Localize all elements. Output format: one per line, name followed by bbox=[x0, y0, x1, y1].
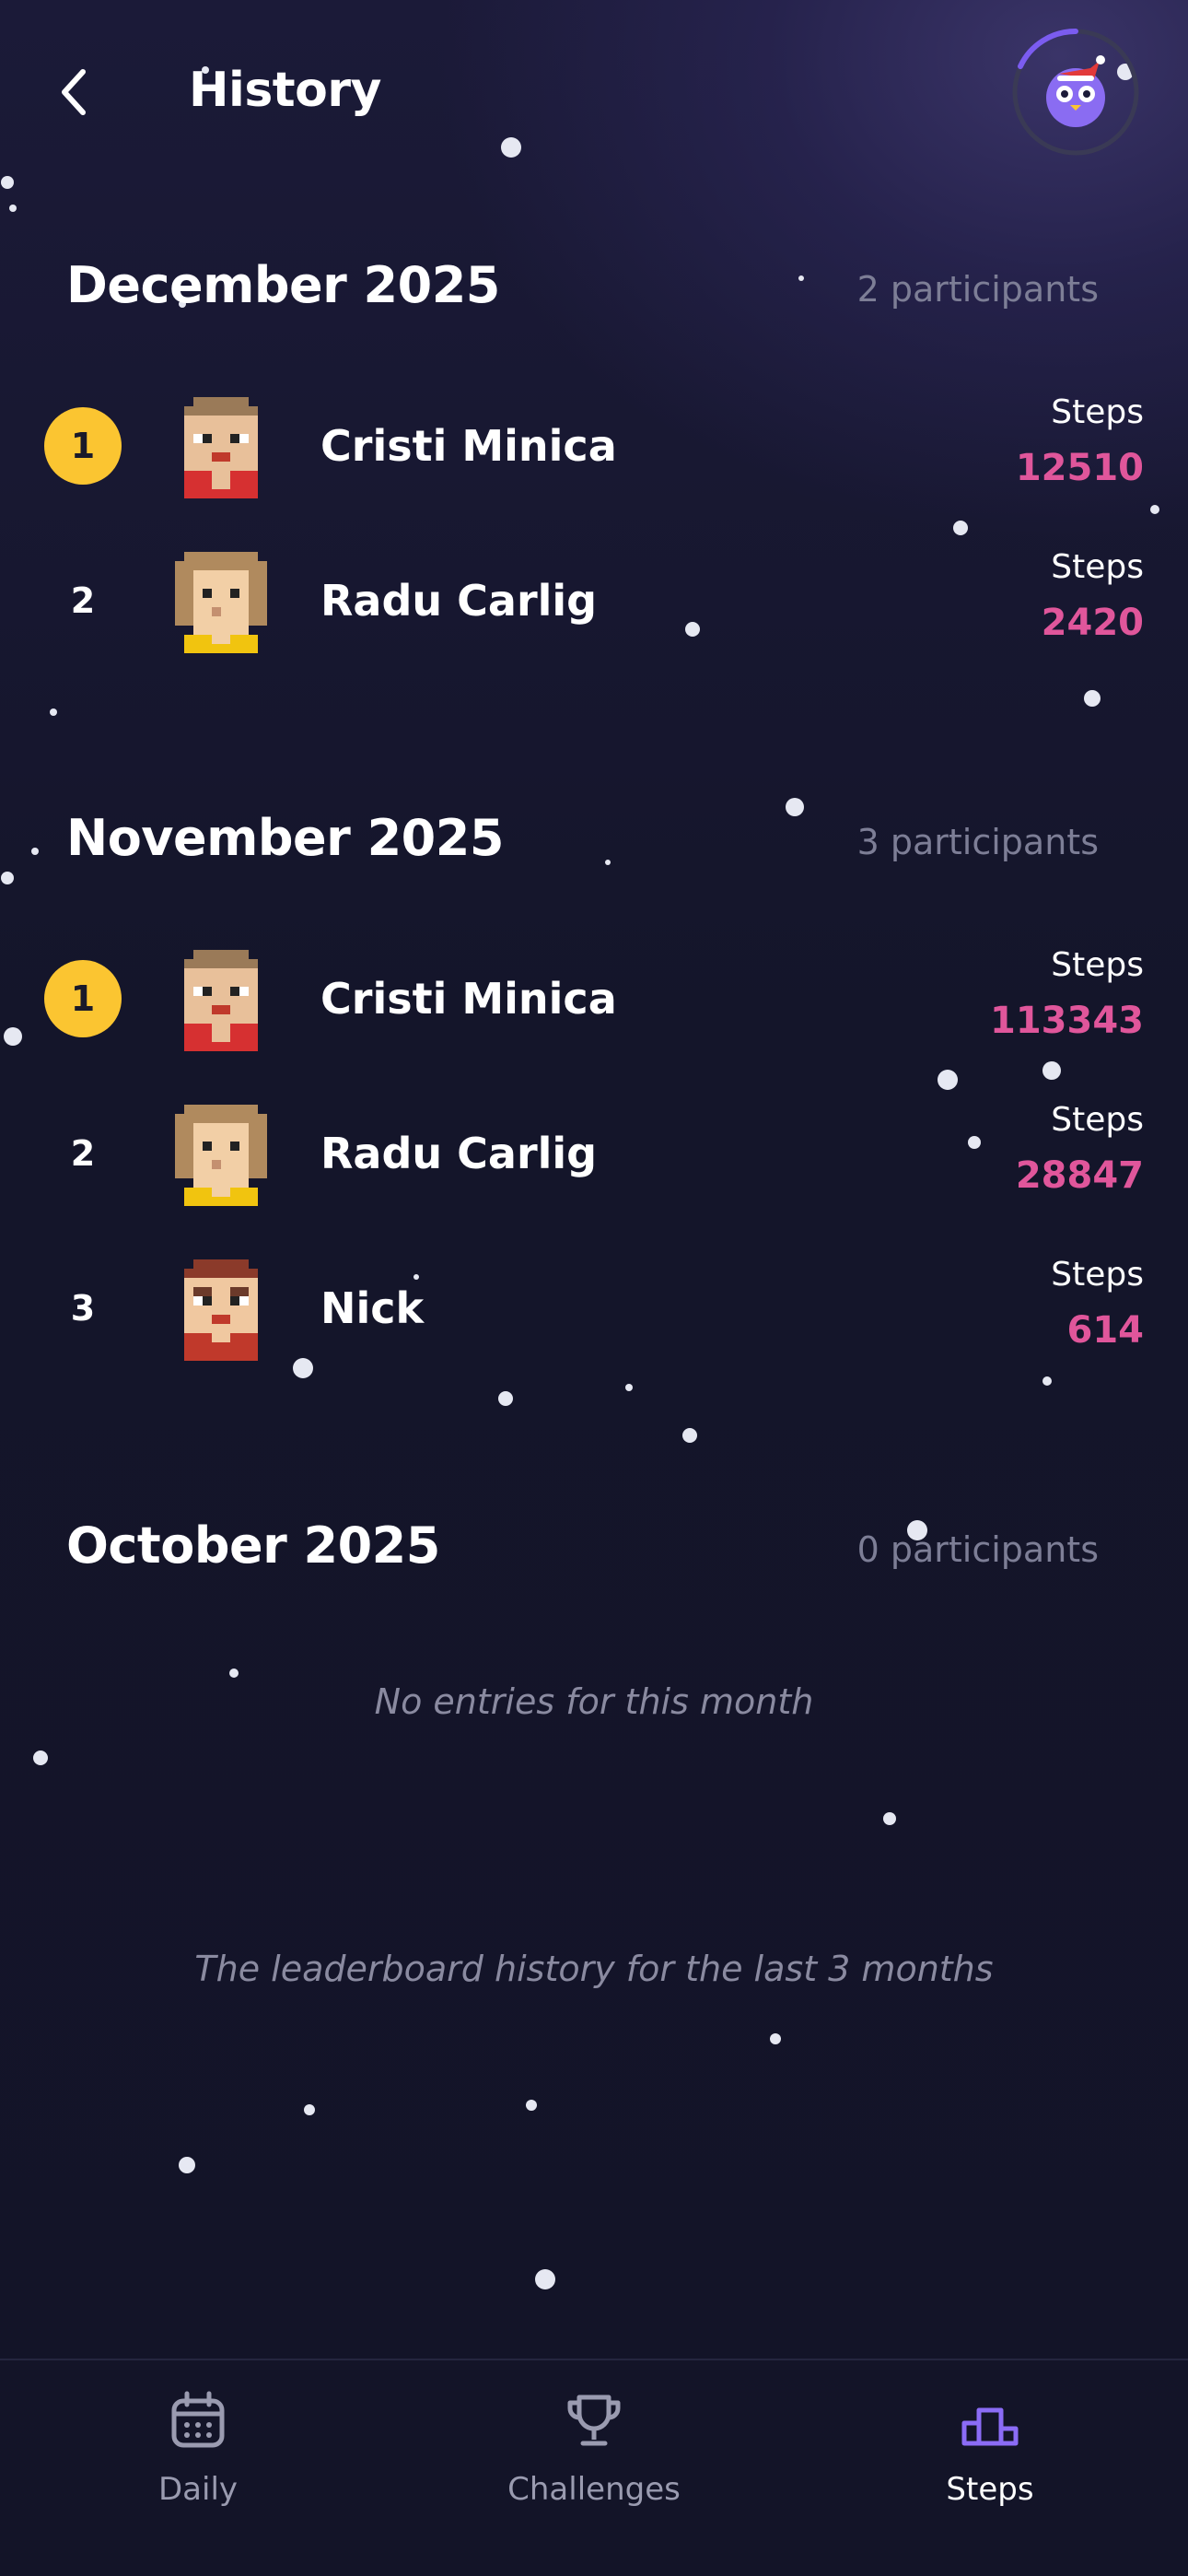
pixel-avatar bbox=[184, 397, 258, 498]
trophy-icon bbox=[567, 2395, 621, 2446]
podium-icon bbox=[961, 2407, 1019, 2446]
steps-value: 614 bbox=[1066, 1309, 1145, 1352]
rank-number: 2 bbox=[70, 580, 96, 621]
steps-value: 12510 bbox=[1015, 447, 1144, 489]
nav-label-challenges: Challenges bbox=[507, 2471, 681, 2508]
calendar-icon bbox=[171, 2391, 225, 2448]
steps-label: Steps bbox=[1051, 1101, 1144, 1139]
page-title: History bbox=[189, 63, 381, 118]
rank-badge-gold: 1 bbox=[44, 960, 122, 1037]
month-title: November 2025 bbox=[66, 809, 504, 867]
steps-label: Steps bbox=[1051, 548, 1144, 586]
nav-steps[interactable]: Steps bbox=[852, 2388, 1128, 2554]
history-screen: History December 2025 2 participants 1 C… bbox=[0, 0, 1188, 2576]
chevron-left-icon bbox=[62, 69, 86, 115]
participant-name: Radu Carlig bbox=[320, 1129, 598, 1178]
rank-number: 2 bbox=[70, 1133, 96, 1174]
leaderboard-row[interactable]: 1 Cristi Minica Steps 12510 bbox=[0, 373, 1188, 511]
participant-name: Cristi Minica bbox=[320, 974, 617, 1024]
pixel-avatar bbox=[184, 1259, 258, 1361]
month-title: October 2025 bbox=[66, 1516, 440, 1575]
participant-name: Nick bbox=[320, 1283, 425, 1333]
participant-name: Radu Carlig bbox=[320, 576, 598, 626]
participant-name: Cristi Minica bbox=[320, 421, 617, 471]
header: History bbox=[0, 0, 1188, 184]
leaderboard-row[interactable]: 2 Radu Carlig Steps 2420 bbox=[0, 528, 1188, 666]
back-button[interactable] bbox=[37, 55, 111, 129]
leaderboard-row[interactable]: 2 Radu Carlig Steps 28847 bbox=[0, 1081, 1188, 1219]
participants-count: 2 participants bbox=[856, 269, 1099, 310]
leaderboard-row[interactable]: 1 Cristi Minica Steps 113343 bbox=[0, 926, 1188, 1064]
steps-value: 2420 bbox=[1041, 602, 1144, 644]
history-footer-note: The leaderboard history for the last 3 m… bbox=[194, 1949, 994, 1989]
participants-count: 0 participants bbox=[856, 1529, 1099, 1570]
steps-label: Steps bbox=[1051, 946, 1144, 984]
bottom-navigation: Daily Challenges Steps bbox=[0, 2359, 1188, 2576]
empty-month-note: No entries for this month bbox=[374, 1681, 814, 1722]
rank-number: 3 bbox=[70, 1288, 96, 1329]
pixel-avatar bbox=[184, 950, 258, 1051]
steps-value: 113343 bbox=[990, 1000, 1144, 1042]
nav-label-daily: Daily bbox=[157, 2471, 239, 2508]
steps-value: 28847 bbox=[1015, 1154, 1144, 1197]
nav-challenges[interactable]: Challenges bbox=[456, 2388, 732, 2554]
steps-label: Steps bbox=[1051, 393, 1144, 431]
pixel-avatar bbox=[175, 1105, 267, 1206]
nav-daily[interactable]: Daily bbox=[60, 2388, 336, 2554]
month-title: December 2025 bbox=[66, 256, 500, 314]
pixel-avatar bbox=[175, 552, 267, 653]
steps-label: Steps bbox=[1051, 1256, 1144, 1294]
rank-badge-gold: 1 bbox=[44, 407, 122, 485]
leaderboard-row[interactable]: 3 Nick Steps 614 bbox=[0, 1235, 1188, 1374]
profile-button[interactable] bbox=[1011, 28, 1140, 157]
nav-label-steps: Steps bbox=[946, 2471, 1034, 2508]
participants-count: 3 participants bbox=[856, 822, 1099, 862]
owl-avatar-icon bbox=[1012, 28, 1139, 156]
